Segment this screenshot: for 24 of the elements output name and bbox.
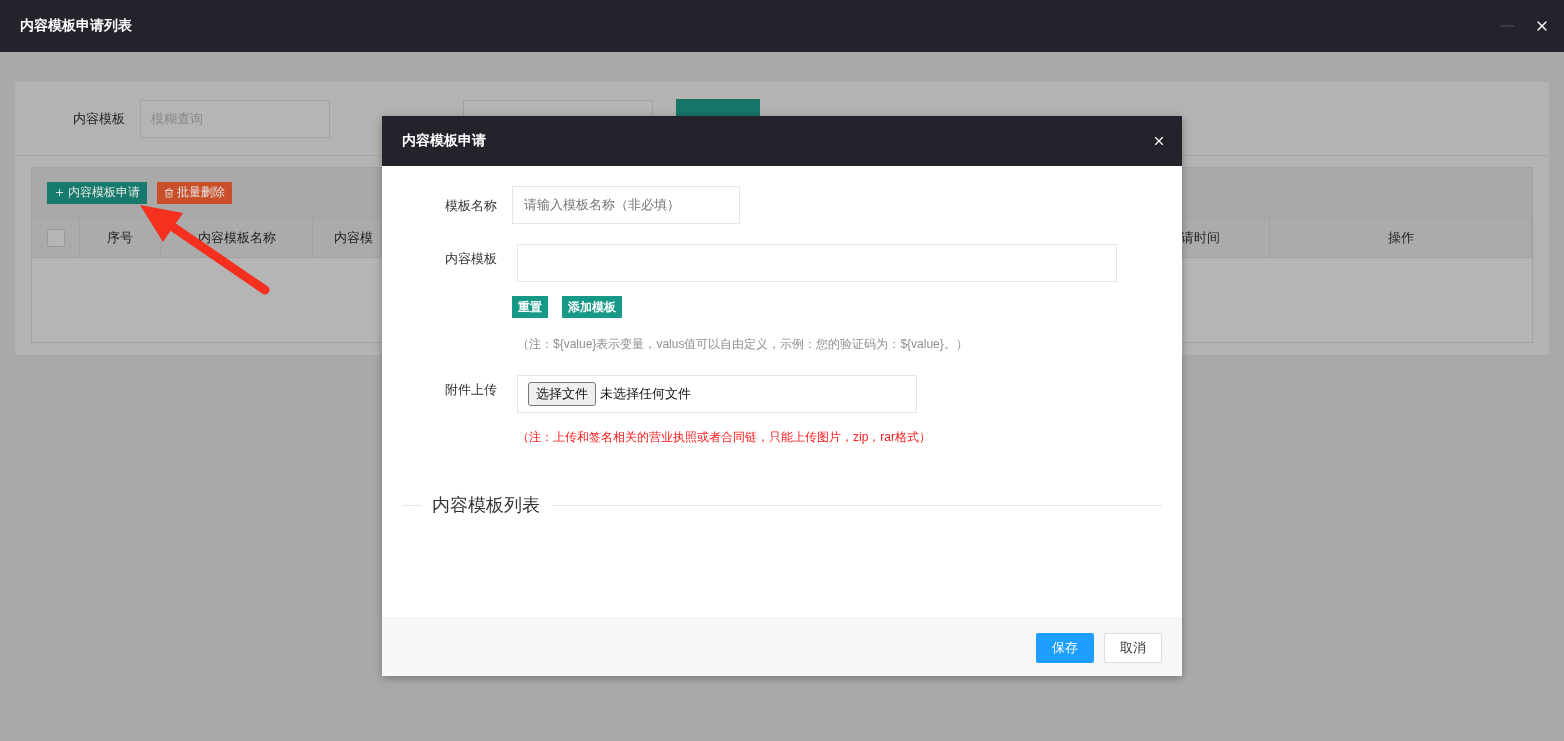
field-label: 内容模板 bbox=[72, 109, 125, 128]
save-button[interactable]: 保存 bbox=[1036, 632, 1094, 663]
plus-icon bbox=[54, 187, 65, 198]
batch-delete-button[interactable]: 批量删除 bbox=[157, 181, 232, 204]
cancel-button[interactable]: 取消 bbox=[1104, 632, 1162, 663]
reset-button[interactable]: 重置 bbox=[512, 296, 548, 318]
choose-file-button[interactable]: 选择文件 bbox=[528, 382, 596, 406]
warning-text: （注：上传和签名相关的营业执照或者合同链，只能上传图片，zip，rar格式） bbox=[516, 429, 932, 446]
header-cell: 操作 bbox=[1270, 218, 1532, 257]
template-name-field[interactable]: 请输入模板名称（非必填） bbox=[512, 186, 740, 224]
content-template-field[interactable] bbox=[517, 244, 1117, 282]
trash-icon bbox=[164, 187, 174, 198]
file-status-text: 未选择任何文件 bbox=[600, 385, 691, 403]
hint-text: （注：${value}表示变量，valus值可以自由定义，示例：您的验证码为：${value}。） bbox=[516, 336, 969, 353]
add-template-button[interactable]: 添加模板 bbox=[562, 296, 622, 318]
select-all-checkbox[interactable] bbox=[46, 228, 65, 247]
dialog-title: 内容模板申请 bbox=[402, 132, 487, 150]
file-upload-field[interactable]: 选择文件 未选择任何文件 bbox=[517, 375, 917, 413]
field-label: 附件上传 bbox=[444, 381, 497, 399]
field-label: 模板名称 bbox=[444, 197, 497, 215]
add-button[interactable]: 内容模板申请 bbox=[47, 181, 147, 204]
section-title: 内容模板列表 bbox=[431, 494, 541, 517]
window-title: 内容模板申请列表 bbox=[20, 17, 133, 35]
close-icon[interactable] bbox=[1152, 134, 1166, 148]
